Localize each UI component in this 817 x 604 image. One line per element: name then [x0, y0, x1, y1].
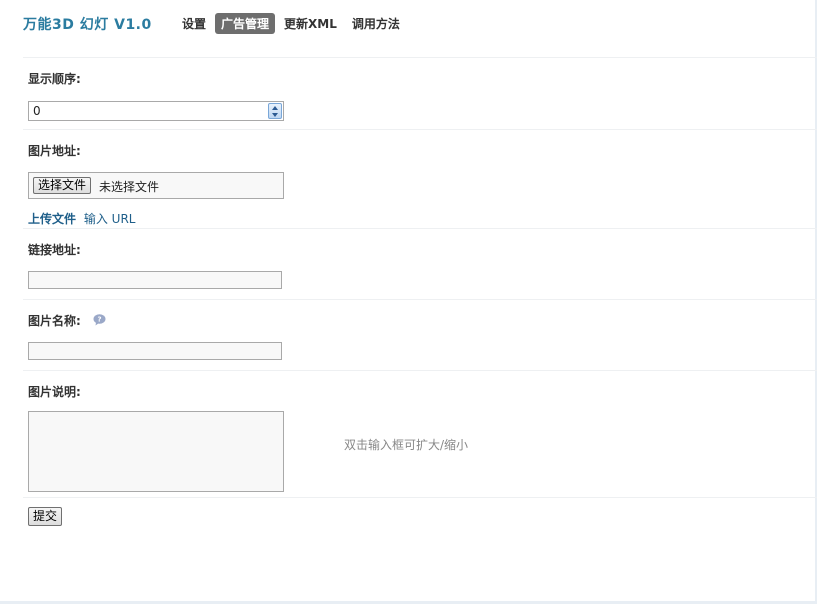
upload-mode-links: 上传文件 输入 URL — [28, 210, 135, 227]
image-url-label: 图片地址: — [28, 144, 81, 158]
image-name-input[interactable] — [28, 342, 282, 360]
svg-text:?: ? — [97, 316, 101, 324]
enter-url-link[interactable]: 输入 URL — [84, 212, 136, 226]
tab-settings[interactable]: 设置 — [176, 13, 212, 34]
row-image-description: 图片说明: 双击输入框可扩大/缩小 — [23, 371, 817, 497]
file-status: 未选择文件 — [99, 180, 160, 194]
row-image-url: 图片地址: 选择文件 未选择文件 上传文件 输入 URL — [23, 130, 817, 228]
spin-up-icon[interactable] — [272, 106, 278, 110]
display-order-input[interactable]: 0 — [28, 101, 284, 121]
submit-button[interactable]: 提交 — [28, 507, 63, 526]
textarea-resize-hint: 双击输入框可扩大/缩小 — [344, 438, 469, 452]
choose-file-button[interactable]: 选择文件 — [33, 177, 92, 194]
spinner-control[interactable] — [268, 103, 282, 119]
header: 万能3D 幻灯 V1.0 设置 广告管理 更新XML 调用方法 — [0, 0, 815, 44]
file-picker: 选择文件 未选择文件 — [28, 172, 284, 199]
display-order-label: 显示顺序: — [28, 72, 81, 86]
image-name-label: 图片名称: ? — [28, 312, 106, 329]
nav-tabs: 设置 广告管理 更新XML 调用方法 — [176, 13, 409, 34]
display-order-value: 0 — [33, 104, 41, 118]
row-display-order: 显示顺序: 0 — [23, 58, 817, 129]
link-url-label: 链接地址: — [28, 243, 81, 257]
tab-update-xml[interactable]: 更新XML — [278, 13, 343, 34]
row-link-url: 链接地址: — [23, 229, 817, 299]
ad-form: 显示顺序: 0 图片地址: 选择文件 未选择文件 上传文件 输入 URL 链接地… — [23, 57, 817, 538]
row-submit: 提交 — [23, 498, 817, 538]
tab-usage[interactable]: 调用方法 — [346, 13, 406, 34]
tab-ad-management[interactable]: 广告管理 — [215, 13, 276, 34]
row-image-name: 图片名称: ? — [23, 300, 817, 370]
image-description-textarea[interactable] — [28, 411, 284, 492]
link-url-input[interactable] — [28, 271, 282, 289]
upload-file-link[interactable]: 上传文件 — [28, 212, 76, 226]
help-question-icon[interactable]: ? — [93, 314, 106, 326]
image-name-label-text: 图片名称: — [28, 314, 81, 328]
image-description-label: 图片说明: — [28, 385, 81, 399]
spin-down-icon[interactable] — [272, 113, 278, 117]
app-title: 万能3D 幻灯 V1.0 — [23, 17, 152, 33]
